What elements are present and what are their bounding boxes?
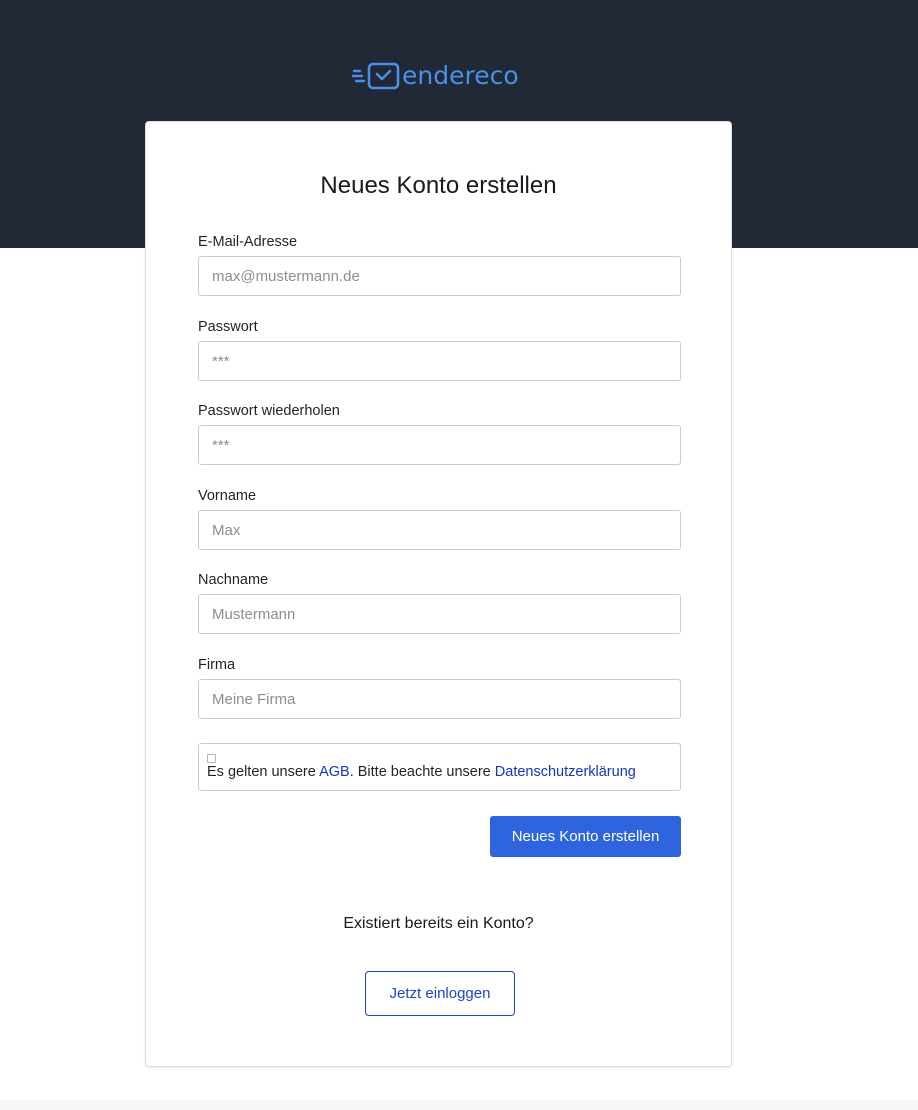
create-account-button[interactable]: Neues Konto erstellen — [490, 816, 681, 857]
existing-account-question: Existiert bereits ein Konto? — [343, 915, 534, 932]
consent-text-before: Es gelten unsere — [207, 764, 320, 780]
first-name-field[interactable] — [198, 510, 681, 550]
last-name-field[interactable] — [198, 594, 681, 634]
password-field[interactable] — [198, 341, 681, 381]
password-label: Passwort — [198, 319, 258, 335]
signup-card: Neues Konto erstellen E-Mail-Adresse Pas… — [145, 121, 732, 1067]
consent-text-middle: . Bitte beachte unsere — [349, 764, 495, 780]
consent-checkbox[interactable] — [207, 754, 216, 763]
envelope-check-icon — [352, 62, 400, 90]
privacy-link[interactable]: Datenschutzerklärung — [495, 764, 636, 780]
brand-name: endereco — [402, 61, 519, 90]
login-button[interactable]: Jetzt einloggen — [365, 971, 515, 1016]
last-name-label: Nachname — [198, 572, 269, 588]
endereco-logo: endereco — [352, 58, 519, 94]
consent-text: Es gelten unsere AGB. Bitte beachte unse… — [207, 764, 636, 780]
email-label: E-Mail-Adresse — [198, 234, 298, 250]
password-repeat-field[interactable] — [198, 425, 681, 465]
consent-box: Es gelten unsere AGB. Bitte beachte unse… — [198, 743, 681, 791]
email-field[interactable] — [198, 256, 681, 296]
company-field[interactable] — [198, 679, 681, 719]
company-label: Firma — [198, 657, 236, 673]
page-title: Neues Konto erstellen — [320, 172, 557, 199]
first-name-label: Vorname — [198, 488, 257, 504]
page-footer-strip — [0, 1100, 918, 1110]
password-repeat-label: Passwort wiederholen — [198, 403, 340, 419]
agb-link[interactable]: AGB — [319, 764, 350, 780]
